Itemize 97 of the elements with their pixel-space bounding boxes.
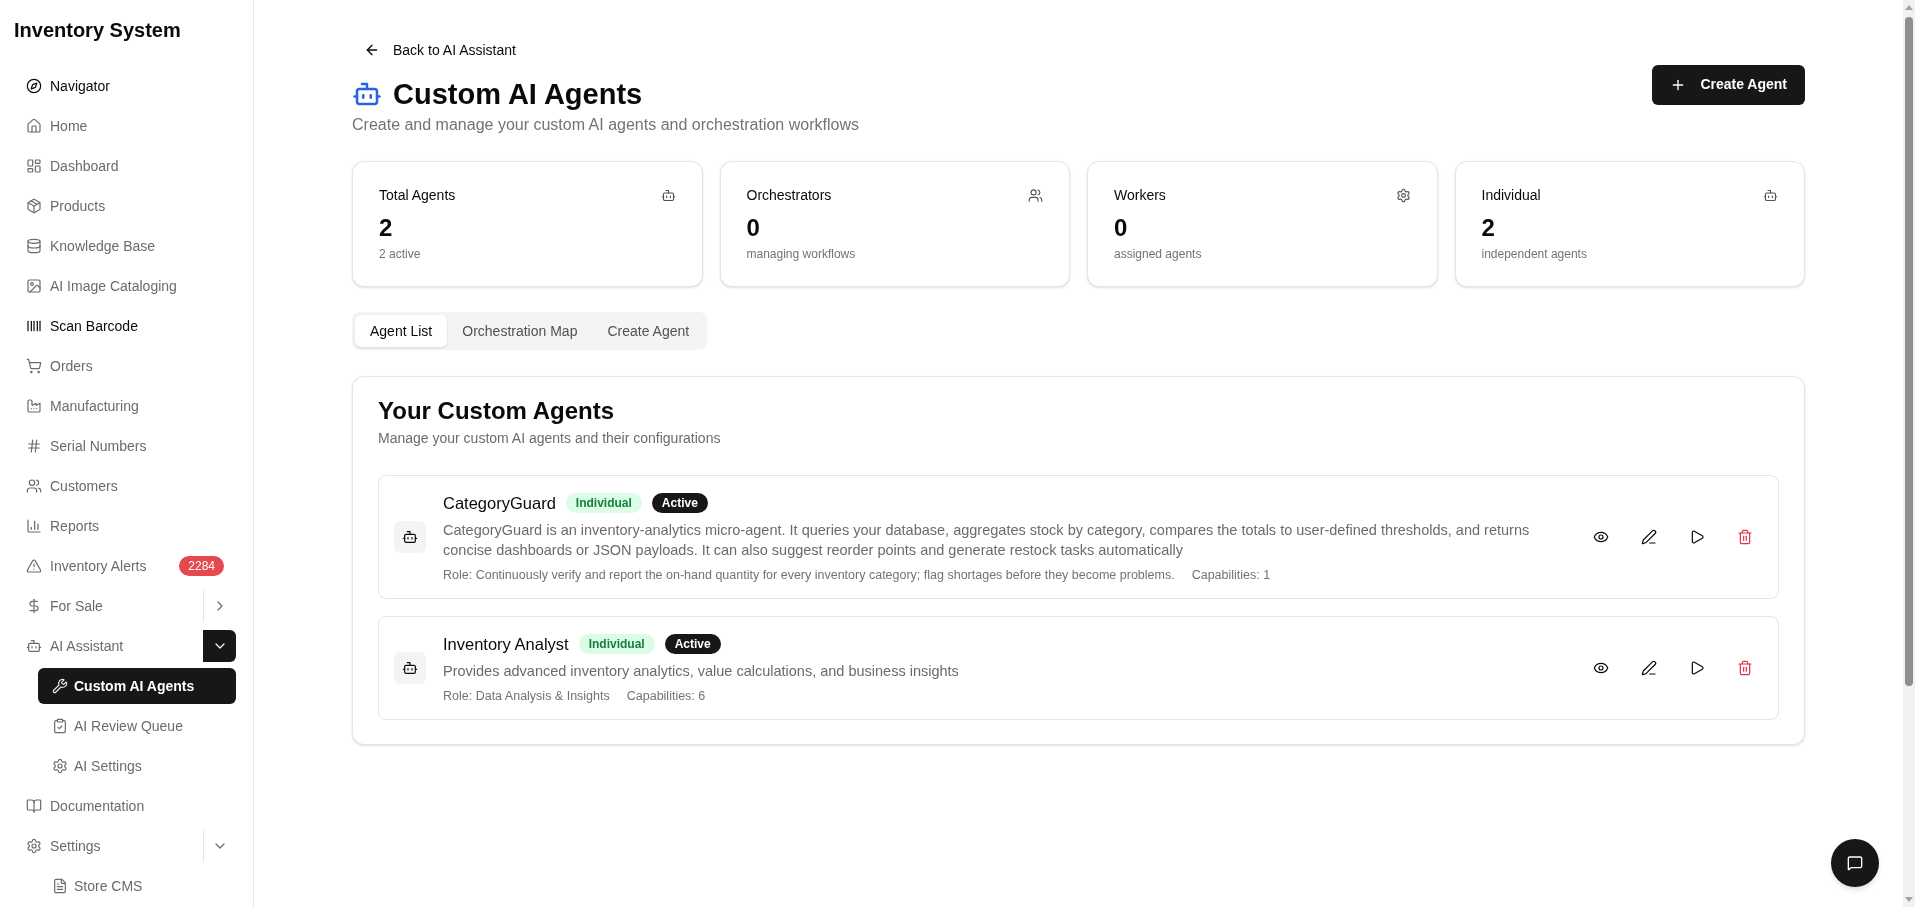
nav-item[interactable]: Settings	[17, 828, 203, 864]
alert-count-badge: 2284	[179, 556, 224, 576]
agent-capabilities: Capabilities: 6	[626, 688, 706, 704]
nav-item[interactable]: AI Review Queue	[38, 708, 236, 744]
expand-toggle[interactable]	[203, 630, 236, 662]
users-icon	[26, 478, 42, 494]
stat-caption: 2 active	[379, 246, 422, 262]
clipboard-check-icon	[52, 718, 68, 734]
play-icon	[1689, 529, 1705, 545]
book-icon	[26, 798, 42, 814]
robot-icon	[1763, 187, 1778, 203]
type-badge: Individual	[578, 634, 655, 654]
chat-icon	[1847, 855, 1863, 871]
bar-chart-icon	[26, 518, 42, 534]
nav-item[interactable]: Navigator	[17, 68, 236, 104]
nav-item[interactable]: Store CMS	[38, 868, 236, 904]
scrollbar-thumb[interactable]	[1905, 17, 1913, 686]
nav-item[interactable]: AI Settings	[38, 748, 236, 784]
stat-label: Workers	[1114, 186, 1166, 205]
status-badge: Active	[651, 493, 708, 513]
agent-name: Inventory Analyst	[443, 634, 569, 655]
agent-description: Provides advanced inventory analytics, value calculations, and business insights	[443, 662, 960, 681]
panel-title: Your Custom Agents	[378, 398, 615, 424]
stat-value: 2	[379, 213, 394, 243]
agent-description: CategoryGuard is an inventory-analytics micro-agent. It queries your database, aggregates stock by category, compares the totals to user-defined thresholds, and returns concise dashboards or JSON payloads. It can also suggest reorder points and generate restock tasks automatically	[443, 521, 1531, 560]
box-icon	[26, 198, 42, 214]
trash-icon	[1737, 529, 1753, 545]
page-title: Custom AI Agents	[393, 77, 643, 112]
stat-caption: independent agents	[1481, 246, 1588, 262]
agent-role: Role: Data Analysis & Insights	[443, 688, 610, 704]
nav-item[interactable]: Serial Numbers	[17, 428, 236, 464]
stat-label: Individual	[1481, 186, 1541, 205]
pen-icon	[1641, 660, 1657, 676]
warning-icon	[26, 558, 42, 574]
eye-icon	[1593, 660, 1609, 676]
play-icon	[1689, 660, 1705, 676]
nav-item[interactable]: AI Assistant	[17, 628, 203, 664]
agent-capabilities: Capabilities: 1	[1191, 567, 1271, 583]
trash-icon	[1737, 660, 1753, 676]
panel-subtitle: Manage your custom AI agents and their configurations	[378, 429, 722, 448]
back-link[interactable]: Back to AI Assistant	[364, 40, 516, 60]
compass-icon	[26, 78, 42, 94]
sidebar-title: Inventory System	[13, 18, 182, 43]
tab[interactable]: Orchestration Map	[447, 315, 593, 347]
chat-button[interactable]	[1831, 839, 1879, 887]
barcode-icon	[26, 318, 42, 334]
factory-icon	[26, 398, 42, 414]
nav-item[interactable]: Custom AI Agents	[38, 668, 236, 704]
database-icon	[26, 238, 42, 254]
robot-icon	[660, 187, 676, 203]
users-icon	[1028, 187, 1043, 203]
nav-item[interactable]: Home	[17, 108, 236, 144]
robot-icon	[394, 652, 426, 684]
wrench-icon	[52, 678, 68, 694]
agent-name: CategoryGuard	[443, 493, 556, 514]
nav-item[interactable]: Knowledge Base	[17, 228, 236, 264]
nav-item[interactable]: Products	[17, 188, 236, 224]
robot-icon	[394, 521, 426, 553]
tab[interactable]: Agent List	[355, 315, 448, 347]
stat-caption: managing workflows	[746, 246, 857, 262]
nav-item[interactable]: Scan Barcode	[17, 308, 236, 344]
stat-label: Orchestrators	[746, 186, 832, 205]
settings-icon	[52, 758, 68, 774]
arrow-left-icon	[364, 42, 380, 58]
hash-icon	[26, 438, 42, 454]
document-icon	[52, 878, 68, 894]
type-badge: Individual	[565, 493, 642, 513]
nav-item[interactable]: Manufacturing	[17, 388, 236, 424]
settings-icon	[26, 838, 42, 854]
status-badge: Active	[664, 634, 721, 654]
tab[interactable]: Create Agent	[592, 315, 705, 347]
nav-item[interactable]: Documentation	[17, 788, 236, 824]
nav-item[interactable]: AI Image Cataloging	[17, 268, 236, 304]
agent-role: Role: Continuously verify and report the on-hand quantity for every inventory category; flag shortages before they become problems.	[443, 567, 1175, 583]
cart-icon	[26, 358, 42, 374]
scrollbar-track[interactable]	[1903, 0, 1915, 907]
stat-value: 0	[746, 213, 761, 243]
stat-caption: assigned agents	[1114, 246, 1203, 262]
page-subtitle: Create and manage your custom AI agents and orchestration workflows	[352, 115, 859, 135]
stat-value: 2	[1481, 213, 1496, 243]
robot-icon	[26, 638, 42, 654]
dollar-icon	[26, 598, 42, 614]
stat-value: 0	[1114, 213, 1129, 243]
settings-icon	[1395, 187, 1411, 203]
stat-label: Total Agents	[379, 186, 456, 205]
nav-item[interactable]: Reports	[17, 508, 236, 544]
nav-item[interactable]: Customers	[17, 468, 236, 504]
dashboard-grid-icon	[26, 158, 42, 174]
nav-item[interactable]: Inventory Alerts 2284	[17, 548, 236, 584]
nav-item[interactable]: For Sale	[17, 588, 203, 624]
image-icon	[26, 278, 42, 294]
nav-item[interactable]: Dashboard	[17, 148, 236, 184]
pen-icon	[1641, 529, 1657, 545]
nav-item[interactable]: Orders	[17, 348, 236, 384]
eye-icon	[1593, 529, 1609, 545]
create-agent-button[interactable]: Create Agent	[1652, 64, 1805, 105]
house-icon	[26, 118, 42, 134]
